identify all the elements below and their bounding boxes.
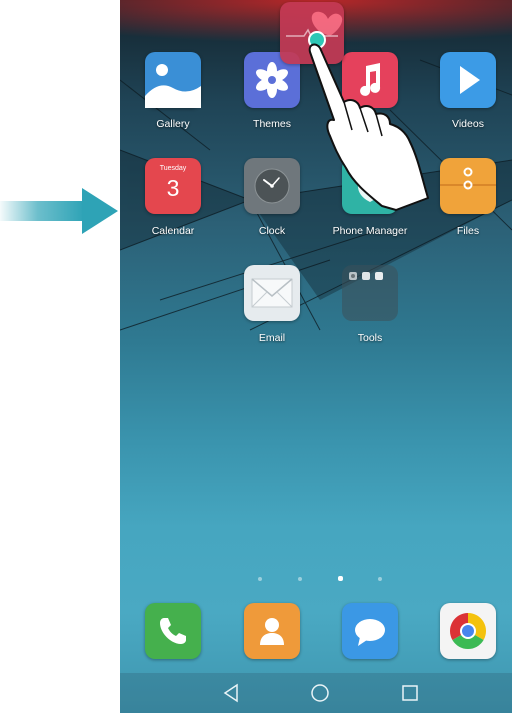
files-icon	[440, 167, 496, 190]
page-dot[interactable]	[298, 577, 302, 581]
files-app-icon[interactable]	[440, 158, 496, 214]
back-icon[interactable]	[219, 681, 243, 705]
contacts-icon	[260, 618, 284, 645]
gallery-app-icon[interactable]	[145, 52, 201, 108]
email-label[interactable]: Email	[222, 332, 322, 344]
videos-app-icon[interactable]	[440, 52, 496, 108]
files-label[interactable]: Files	[418, 225, 512, 237]
folder-icon	[349, 272, 383, 280]
page-dot-active[interactable]	[338, 576, 343, 581]
message-bubble-icon	[355, 619, 385, 646]
gallery-label[interactable]: Gallery	[123, 118, 223, 130]
chrome-app-icon[interactable]	[440, 603, 496, 659]
play-icon	[460, 66, 480, 94]
page-dot[interactable]	[258, 577, 262, 581]
hand-pointer-icon	[308, 43, 429, 211]
messaging-app-icon[interactable]	[342, 603, 398, 659]
phone-icon	[160, 618, 186, 644]
page-indicator	[120, 574, 512, 584]
videos-label[interactable]: Videos	[418, 118, 512, 130]
arrow-right-icon	[0, 188, 118, 234]
phone-app-icon[interactable]	[145, 603, 201, 659]
phone-screen: Gallery Themes Videos Tuesday 3 Calendar…	[120, 0, 512, 713]
calendar-date: 3	[166, 175, 180, 201]
contacts-app-icon[interactable]	[244, 603, 300, 659]
calendar-label[interactable]: Calendar	[123, 225, 223, 237]
envelope-icon	[251, 278, 293, 308]
calendar-app-icon[interactable]: Tuesday 3	[145, 158, 201, 214]
phone-manager-label[interactable]: Phone Manager	[320, 225, 420, 237]
tools-label[interactable]: Tools	[320, 332, 420, 344]
chrome-icon	[449, 613, 487, 650]
home-icon[interactable]	[308, 681, 332, 705]
calendar-weekday: Tuesday	[159, 165, 187, 172]
page-dot[interactable]	[378, 577, 382, 581]
clock-label[interactable]: Clock	[222, 225, 322, 237]
recents-icon[interactable]	[398, 681, 422, 705]
tools-folder[interactable]	[342, 265, 398, 321]
gallery-icon	[145, 64, 201, 108]
navigation-bar	[120, 673, 512, 713]
email-app-icon[interactable]	[244, 265, 300, 321]
